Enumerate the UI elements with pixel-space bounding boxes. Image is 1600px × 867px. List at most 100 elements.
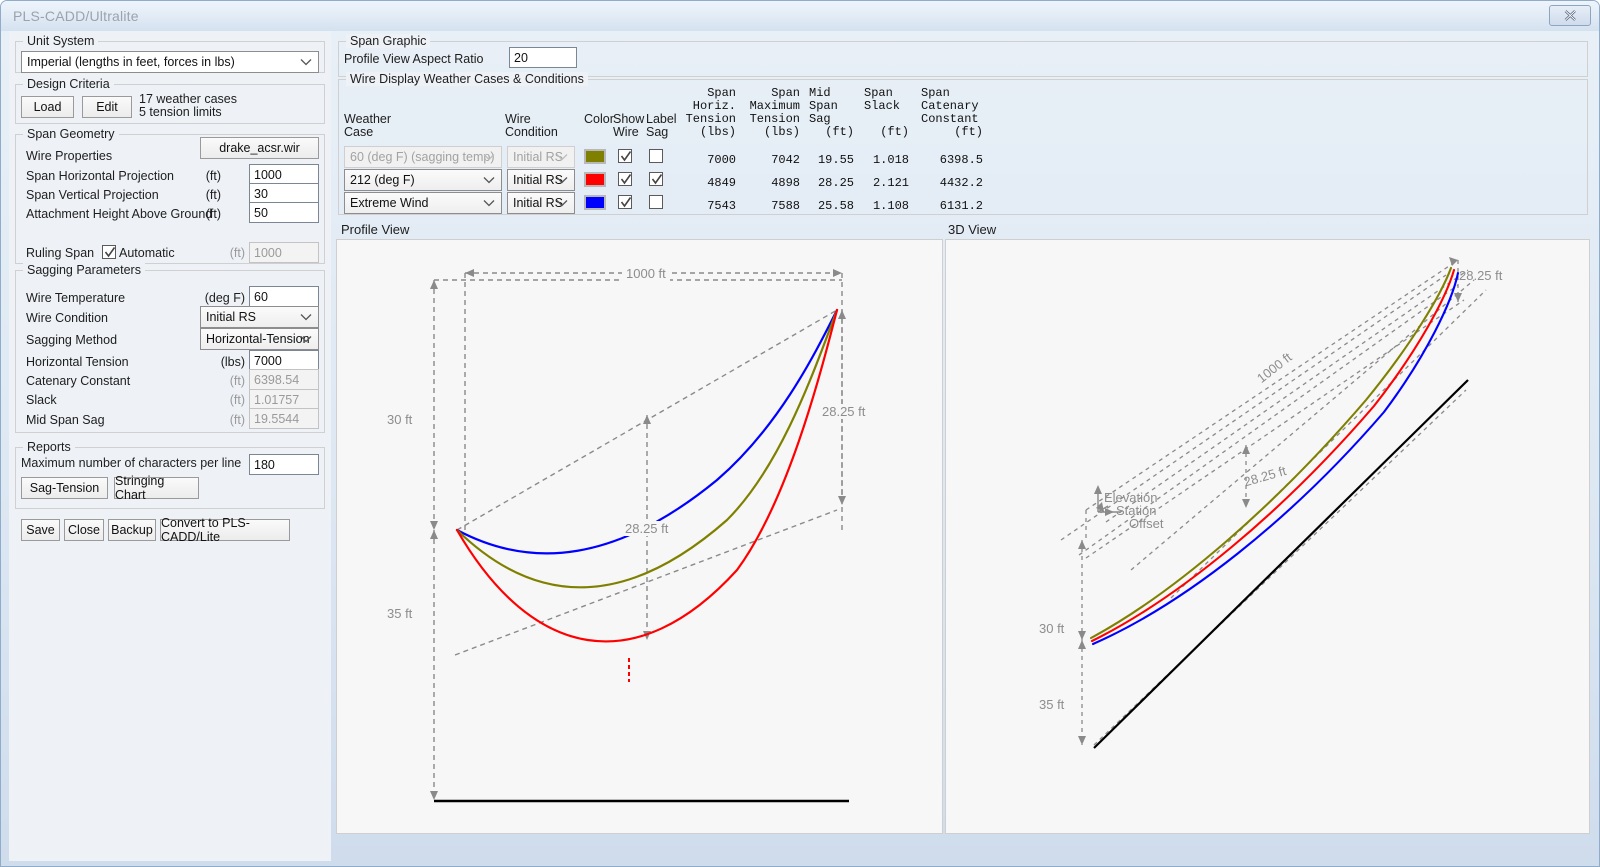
span-horiz-tension-row-2: 7543 bbox=[707, 199, 736, 213]
header-mid-span-sag-3: Sag bbox=[809, 112, 831, 126]
weather-case-value-row-0: 60 (deg F) (sagging temp) bbox=[350, 150, 495, 164]
span-horizontal-projection-input[interactable] bbox=[249, 164, 319, 185]
label-sag-checkbox-row-0[interactable] bbox=[649, 149, 663, 163]
weather-case-select-row-1[interactable]: 212 (deg F) bbox=[344, 169, 502, 191]
header-show-wire-line1: Show bbox=[613, 112, 645, 126]
chevron-down-icon bbox=[300, 310, 312, 324]
ruling-span-input bbox=[249, 242, 319, 263]
group-title-unit-system: Unit System bbox=[23, 34, 99, 48]
slack-unit: (ft) bbox=[229, 393, 245, 407]
wire-condition-select-row-1[interactable]: Initial RS bbox=[507, 169, 575, 191]
label-sag-checkbox-row-1[interactable] bbox=[649, 172, 663, 186]
span-max-tension-row-2: 7588 bbox=[771, 199, 800, 213]
stringing-chart-button[interactable]: Stringing Chart bbox=[114, 474, 199, 502]
wire-condition-select-row-2[interactable]: Initial RS bbox=[507, 192, 575, 214]
header-span-max-tension-2: Maximum bbox=[749, 99, 800, 113]
view-3d-panel[interactable]: Elevation Station Offset 1000 ft 28.25 f… bbox=[945, 239, 1590, 834]
weather-case-value-row-1: 212 (deg F) bbox=[350, 173, 415, 187]
group-title-design-criteria: Design Criteria bbox=[23, 77, 114, 91]
show-wire-checkbox-row-0[interactable] bbox=[618, 149, 632, 163]
span-horiz-tension-row-0: 7000 bbox=[707, 153, 736, 167]
profile-view-panel[interactable]: 1000 ft 30 ft 35 ft 28.25 ft 28.25 ft bbox=[336, 239, 943, 834]
wire-properties-button[interactable]: drake_acsr.wir bbox=[200, 137, 319, 159]
header-wire-condition-line1: Wire bbox=[505, 112, 531, 126]
span-max-tension-row-1: 4898 bbox=[771, 176, 800, 190]
convert-button[interactable]: Convert to PLS-CADD/Lite bbox=[160, 516, 290, 544]
wire-temperature-input[interactable] bbox=[249, 286, 319, 307]
catenary-constant-input bbox=[249, 369, 319, 390]
header-span-horiz-tension-2: Horiz. bbox=[692, 99, 736, 113]
horizontal-tension-unit: (lbs) bbox=[220, 355, 245, 369]
chevron-down-icon bbox=[556, 173, 568, 187]
view-3d-title: 3D View bbox=[948, 222, 997, 237]
chevron-down-icon bbox=[483, 150, 495, 164]
check-icon bbox=[620, 197, 632, 208]
mid-span-sag-label: Mid Span Sag bbox=[26, 413, 105, 427]
color-swatch-row-2[interactable] bbox=[584, 195, 606, 210]
weather-case-select-row-2[interactable]: Extreme Wind bbox=[344, 192, 502, 214]
backup-button[interactable]: Backup bbox=[108, 519, 156, 541]
close-icon bbox=[1564, 10, 1576, 21]
header-weather-case-line2: Case bbox=[344, 125, 374, 139]
wire-temperature-label: Wire Temperature bbox=[26, 291, 126, 305]
close-action-button[interactable]: Close bbox=[64, 519, 104, 541]
window-title: PLS-CADD/Ultralite bbox=[13, 8, 139, 24]
sagging-method-value: Horizontal-Tension bbox=[206, 332, 310, 346]
show-wire-checkbox-row-1[interactable] bbox=[618, 172, 632, 186]
check-icon bbox=[104, 247, 116, 258]
header-color: Color bbox=[584, 112, 614, 126]
edit-button[interactable]: Edit bbox=[82, 96, 132, 118]
view-3d-sag-top-label: 28.25 ft bbox=[1459, 268, 1503, 283]
mid-span-sag-row-2: 25.58 bbox=[817, 199, 854, 213]
attachment-height-input[interactable] bbox=[249, 202, 319, 223]
save-button[interactable]: Save bbox=[21, 519, 60, 541]
label-sag-checkbox-row-2[interactable] bbox=[649, 195, 663, 209]
profile-vertical-projection-label: 30 ft bbox=[387, 412, 413, 427]
ruling-span-unit: (ft) bbox=[229, 246, 245, 260]
header-span-horiz-tension-3: Tension bbox=[685, 112, 736, 126]
header-span-max-tension-1: Span bbox=[771, 86, 800, 100]
wire-condition-select-row-0: Initial RS bbox=[507, 146, 575, 168]
header-span-slack-2: Slack bbox=[864, 99, 901, 113]
header-weather-case-line1: Weather bbox=[344, 112, 392, 126]
wire-condition-select[interactable]: Initial RS bbox=[200, 306, 319, 328]
color-swatch-row-0[interactable] bbox=[584, 149, 606, 164]
span-vertical-projection-input[interactable] bbox=[249, 183, 319, 204]
header-span-catenary-2: Catenary bbox=[921, 99, 979, 113]
sag-tension-button[interactable]: Sag-Tension bbox=[21, 477, 108, 499]
show-wire-checkbox-row-2[interactable] bbox=[618, 195, 632, 209]
max-chars-label: Maximum number of characters per line bbox=[21, 456, 242, 470]
header-span-max-tension-4: (lbs) bbox=[763, 125, 800, 139]
aspect-ratio-input[interactable] bbox=[509, 47, 577, 68]
chevron-down-icon bbox=[300, 332, 312, 346]
profile-attachment-height-label: 35 ft bbox=[387, 606, 413, 621]
ruling-span-automatic-checkbox[interactable] bbox=[102, 245, 116, 259]
span-horizontal-projection-unit: (ft) bbox=[205, 169, 221, 183]
close-button[interactable] bbox=[1549, 5, 1591, 26]
horizontal-tension-label: Horizontal Tension bbox=[26, 355, 129, 369]
profile-sag-mid-label: 28.25 ft bbox=[622, 521, 672, 536]
span-catenary-row-1: 4432.2 bbox=[939, 176, 983, 190]
group-title-span-geometry: Span Geometry bbox=[23, 127, 119, 141]
horizontal-tension-input[interactable] bbox=[249, 350, 319, 371]
color-swatch-row-1[interactable] bbox=[584, 172, 606, 187]
weather-cases-count: 17 weather cases bbox=[139, 92, 237, 106]
chevron-down-icon bbox=[556, 196, 568, 210]
header-span-catenary-1: Span bbox=[921, 86, 950, 100]
profile-view-title: Profile View bbox=[341, 222, 410, 237]
span-horiz-tension-row-1: 4849 bbox=[707, 176, 736, 190]
sagging-method-select[interactable]: Horizontal-Tension bbox=[200, 328, 319, 350]
mid-span-sag-row-1: 28.25 bbox=[817, 176, 854, 190]
view-3d-attachment-height-label: 35 ft bbox=[1039, 697, 1065, 712]
mid-span-sag-input bbox=[249, 408, 319, 429]
header-span-slack-4: (ft) bbox=[880, 125, 909, 139]
chevron-down-icon bbox=[483, 196, 495, 210]
ruling-span-label: Ruling Span bbox=[26, 246, 95, 260]
sagging-method-label: Sagging Method bbox=[26, 333, 118, 347]
unit-system-select[interactable]: Imperial (lengths in feet, forces in lbs… bbox=[21, 51, 319, 73]
max-chars-input[interactable] bbox=[249, 454, 319, 475]
load-button[interactable]: Load bbox=[21, 96, 74, 118]
title-bar: PLS-CADD/Ultralite bbox=[1, 1, 1599, 31]
header-span-horiz-tension-1: Span bbox=[707, 86, 736, 100]
header-span-horiz-tension-4: (lbs) bbox=[699, 125, 736, 139]
